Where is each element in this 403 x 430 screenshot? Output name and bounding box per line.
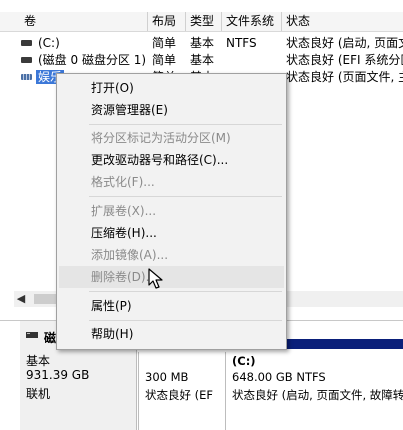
menu-item-add-mirror[interactable]: 添加镜像(A)... <box>59 244 284 266</box>
partition-size: 300 MB <box>145 370 189 384</box>
arrow-left-icon[interactable]: ◀ <box>14 291 28 307</box>
column-header-volume[interactable]: 卷 <box>20 12 148 31</box>
menu-item-change-drive-letter[interactable]: 更改驱动器号和路径(C)... <box>59 149 284 171</box>
column-header-type[interactable]: 类型 <box>186 12 222 31</box>
volume-icon <box>21 57 32 63</box>
menu-item-open[interactable]: 打开(O) <box>59 77 284 99</box>
volume-icon <box>21 74 32 80</box>
volume-name: (C:) <box>38 36 60 50</box>
column-header-layout[interactable]: 布局 <box>148 12 186 31</box>
volume-row[interactable]: (C:) 简单 基本 NTFS 状态良好 (启动, 页面文 <box>0 35 403 52</box>
disk-size: 931.39 GB <box>26 368 90 382</box>
partition-c[interactable]: (C:) 648.00 GB NTFS 状态良好 (启动, 页面文件, 故障转 <box>225 352 403 430</box>
volume-filesystem: NTFS <box>226 36 257 50</box>
context-menu: 打开(O) 资源管理器(E) 将分区标记为活动分区(M) 更改驱动器号和路径(C… <box>56 73 287 350</box>
mouse-cursor-icon <box>148 268 164 290</box>
volume-type: 基本 <box>190 53 215 67</box>
partition-efi[interactable]: 300 MB 状态良好 (EF <box>138 352 225 430</box>
menu-item-format[interactable]: 格式化(F)... <box>59 171 284 193</box>
volume-list-header: 卷 布局 类型 文件系统 状态 <box>0 12 403 32</box>
menu-separator <box>89 124 282 125</box>
menu-item-shrink-volume[interactable]: 压缩卷(H)... <box>59 222 284 244</box>
menu-item-help[interactable]: 帮助(H) <box>59 323 284 345</box>
partition-size: 648.00 GB NTFS <box>232 370 326 384</box>
menu-separator <box>89 291 282 292</box>
partition-name: (C:) <box>232 354 256 368</box>
partition-status: 状态良好 (EF <box>145 388 214 402</box>
menu-item-explorer[interactable]: 资源管理器(E) <box>59 99 284 121</box>
volume-layout: 简单 <box>152 53 177 67</box>
disk-icon <box>26 329 38 343</box>
volume-icon <box>21 40 32 46</box>
volume-status: 状态良好 (启动, 页面文 <box>286 36 403 50</box>
disk-state: 联机 <box>26 387 51 401</box>
volume-name: (磁盘 0 磁盘分区 1) <box>38 53 147 67</box>
menu-item-delete-volume[interactable]: 删除卷(D)... <box>59 266 284 288</box>
column-header-filesystem[interactable]: 文件系统 <box>222 12 282 31</box>
volume-status: 状态良好 (EFI 系统分区 <box>286 53 403 67</box>
volume-filesystem <box>226 52 282 69</box>
menu-item-mark-active[interactable]: 将分区标记为活动分区(M) <box>59 127 284 149</box>
volume-type: 基本 <box>190 36 215 50</box>
volume-status: 状态良好 (页面文件, 主 <box>286 70 403 84</box>
menu-item-properties[interactable]: 属性(P) <box>59 295 284 317</box>
partition-status: 状态良好 (启动, 页面文件, 故障转 <box>232 388 403 402</box>
volume-layout: 简单 <box>152 36 177 50</box>
volume-row[interactable]: (磁盘 0 磁盘分区 1) 简单 基本 状态良好 (EFI 系统分区 <box>0 52 403 69</box>
menu-separator <box>89 320 282 321</box>
disk-type: 基本 <box>26 354 51 368</box>
column-header-status[interactable]: 状态 <box>282 12 403 31</box>
menu-separator <box>89 196 282 197</box>
menu-item-extend-volume[interactable]: 扩展卷(X)... <box>59 200 284 222</box>
